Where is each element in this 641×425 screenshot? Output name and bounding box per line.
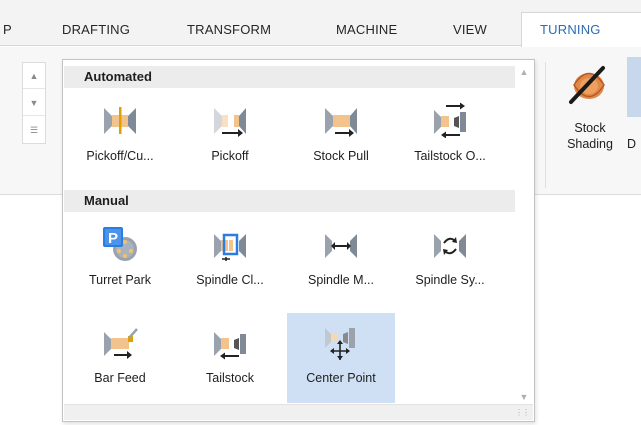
item-label: Spindle Cl... — [196, 273, 264, 287]
item-label: Pickoff — [211, 149, 249, 163]
tab-turning[interactable]: TURNING — [521, 12, 641, 48]
pickoff-cutoff-icon — [104, 107, 136, 134]
gallery-item-pickoff[interactable]: Pickoff — [176, 91, 284, 181]
tailstock-icon — [214, 332, 246, 360]
gallery-item-tailstock-operation[interactable]: Tailstock O... — [396, 91, 504, 181]
next-ribbon-button-icon[interactable] — [627, 57, 641, 117]
section-header-automated: Automated — [64, 66, 515, 88]
spindle-clamp-icon — [214, 233, 246, 261]
tailstock-operation-icon — [434, 102, 466, 138]
tab-drafting[interactable]: DRAFTING — [62, 22, 130, 37]
gallery-item-bar-feed[interactable]: Bar Feed — [66, 313, 174, 403]
item-label: Tailstock O... — [414, 149, 486, 163]
spindle-move-icon — [325, 234, 357, 258]
stock-pull-icon — [325, 108, 357, 137]
spindle-sync-icon — [434, 234, 466, 258]
ribbon-group-separator — [545, 62, 546, 188]
item-label: Turret Park — [88, 273, 152, 287]
scroll-up-icon[interactable]: ▲ — [517, 67, 531, 77]
gallery-item-center-point[interactable]: Center Point — [287, 313, 395, 403]
item-label: Bar Feed — [94, 371, 146, 385]
gallery-item-spindle-move[interactable]: Spindle M... — [287, 215, 395, 305]
tab-p[interactable]: P — [3, 22, 12, 37]
bar-feed-icon — [104, 328, 138, 359]
stock-shading-icon[interactable] — [565, 64, 607, 106]
svg-text:P: P — [108, 230, 118, 247]
ribbon-tab-bar: P DRAFTING TRANSFORM MACHINE VIEW TURNIN… — [0, 0, 641, 48]
pickoff-icon — [214, 108, 246, 137]
gallery-item-spindle-clamp[interactable]: Spindle Cl... — [176, 215, 284, 305]
item-label: Pickoff/Cu... — [86, 149, 154, 163]
next-ribbon-button-label[interactable]: D — [627, 137, 636, 151]
section-title: Manual — [84, 193, 129, 208]
gallery-item-pickoff-cutoff[interactable]: Pickoff/Cu... — [66, 91, 174, 181]
gallery-item-tailstock[interactable]: Tailstock — [176, 313, 284, 403]
ribbon-gallery-scroller: ▲ ▼ ☰ — [22, 62, 46, 144]
item-label: Stock Pull — [313, 149, 369, 163]
gallery-resize-bar: ⋮⋮ — [64, 404, 533, 420]
turret-park-icon: P — [103, 227, 137, 261]
section-header-manual: Manual — [64, 190, 515, 212]
gallery-item-spindle-sync[interactable]: Spindle Sy... — [396, 215, 504, 305]
turning-operations-gallery: Automated Pickoff/Cu... Pickoff Stock Pu… — [62, 59, 535, 422]
gallery-scrollbar[interactable]: ▲ ▼ — [515, 61, 533, 404]
tab-view[interactable]: VIEW — [453, 22, 487, 37]
section-title: Automated — [84, 69, 152, 84]
scroll-down-icon[interactable]: ▼ — [23, 90, 45, 116]
tab-machine[interactable]: MACHINE — [336, 22, 397, 37]
item-label: Center Point — [306, 371, 376, 385]
item-label: Tailstock — [206, 371, 254, 385]
gallery-item-turret-park[interactable]: P Turret Park — [66, 215, 174, 305]
tab-turning-label: TURNING — [540, 22, 601, 37]
item-label: Spindle M... — [307, 273, 374, 287]
resize-grip-icon[interactable]: ⋮⋮ — [515, 408, 530, 417]
expand-gallery-icon[interactable]: ☰ — [23, 117, 45, 143]
gallery-item-stock-pull[interactable]: Stock Pull — [287, 91, 395, 181]
item-label: Spindle Sy... — [415, 273, 485, 287]
tab-transform[interactable]: TRANSFORM — [187, 22, 271, 37]
scroll-up-icon[interactable]: ▲ — [23, 63, 45, 89]
scroll-down-icon[interactable]: ▼ — [517, 392, 531, 402]
stock-shading-button[interactable]: Stock Shading — [554, 120, 626, 152]
center-point-icon — [325, 328, 355, 360]
